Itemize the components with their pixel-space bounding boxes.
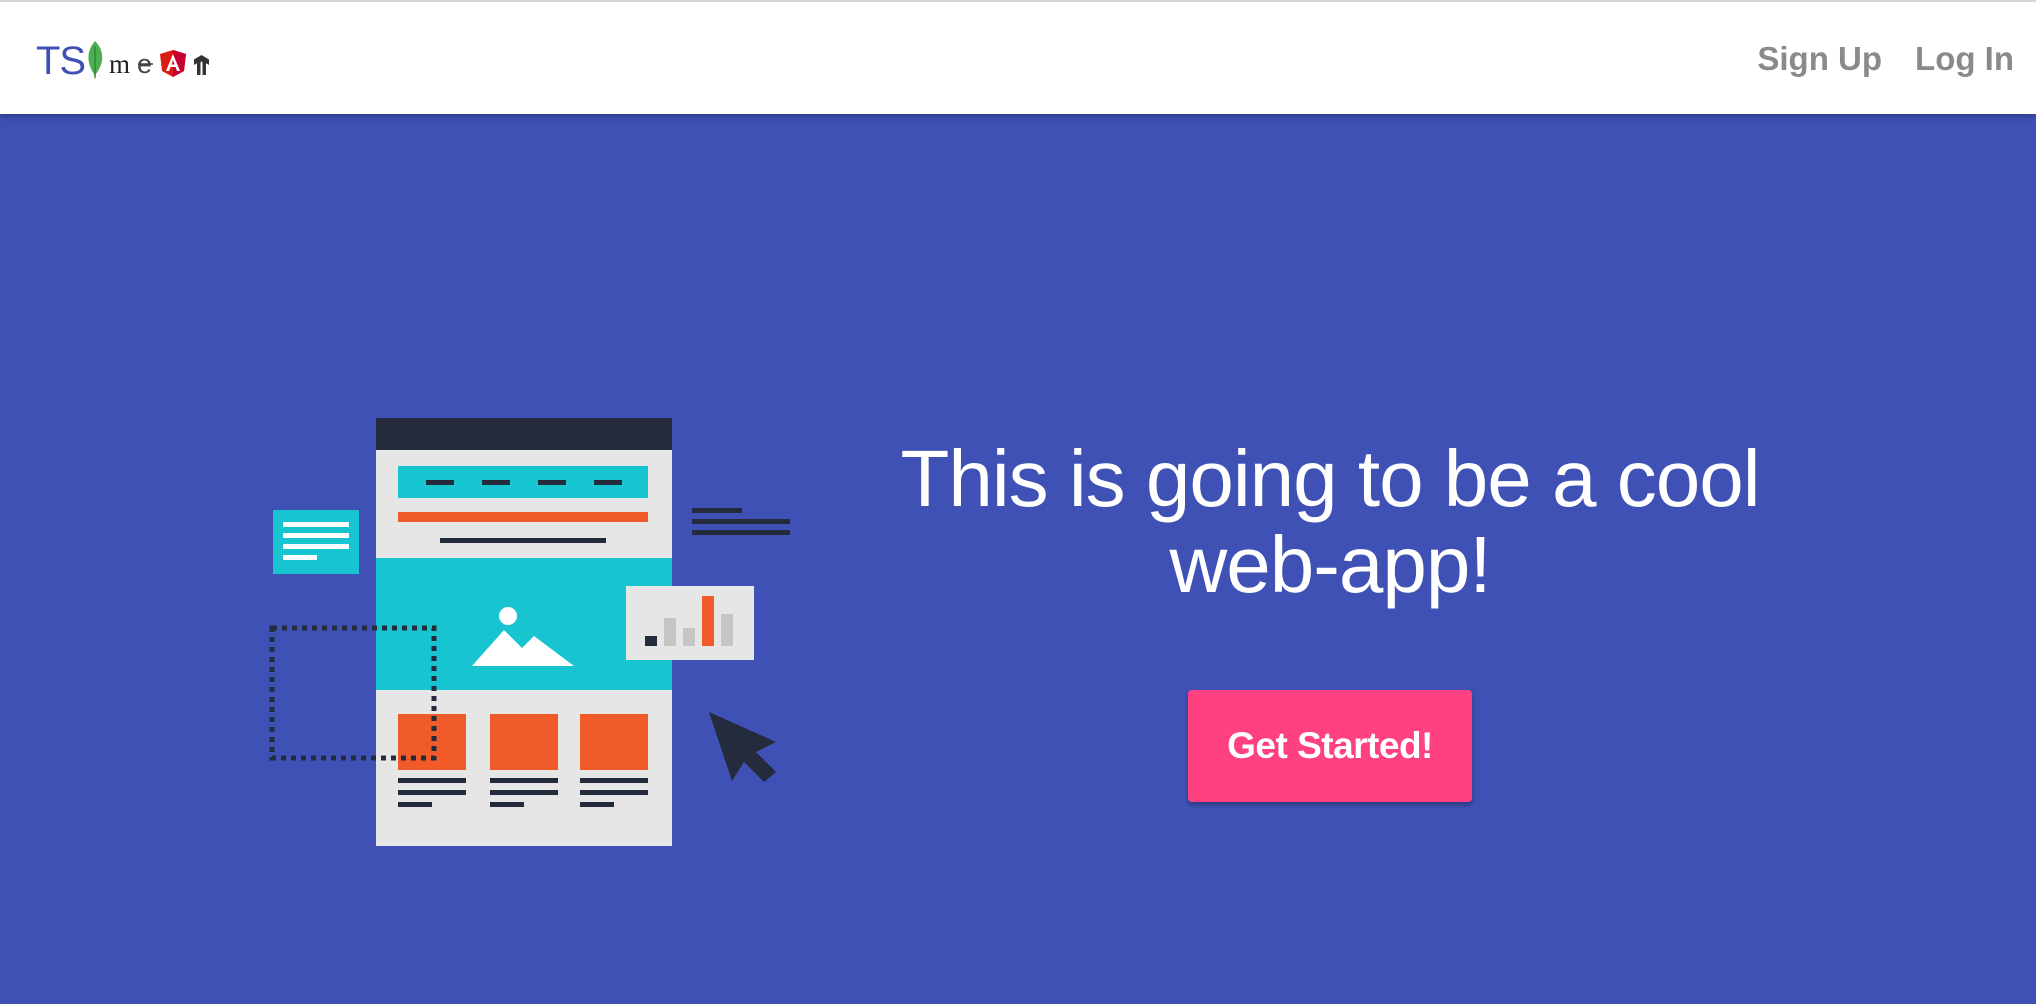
hero-section: This is going to be a cool web-app! Get … xyxy=(0,114,2036,1004)
login-link[interactable]: Log In xyxy=(1915,40,2014,78)
hero-headline: This is going to be a cool web-app! xyxy=(900,434,1761,609)
bar-chart-card-icon xyxy=(626,586,754,660)
cursor-pointer-icon xyxy=(709,712,776,782)
app-logo[interactable]: TS m e xyxy=(36,38,253,84)
text-card-icon xyxy=(273,510,359,574)
wireframe-topbar xyxy=(376,418,672,450)
logo-ts-text: TS xyxy=(36,39,86,83)
nav-links: Sign Up Log In xyxy=(1724,36,2014,82)
signup-link[interactable]: Sign Up xyxy=(1757,40,1882,78)
mean-stack-logo-icon: m e xyxy=(88,41,210,80)
svg-text:m: m xyxy=(109,49,130,79)
website-wireframe-illustration xyxy=(269,418,790,846)
get-started-button[interactable]: Get Started! xyxy=(1188,690,1472,802)
top-navbar: TS m e Sign Up Log In xyxy=(0,0,2036,114)
